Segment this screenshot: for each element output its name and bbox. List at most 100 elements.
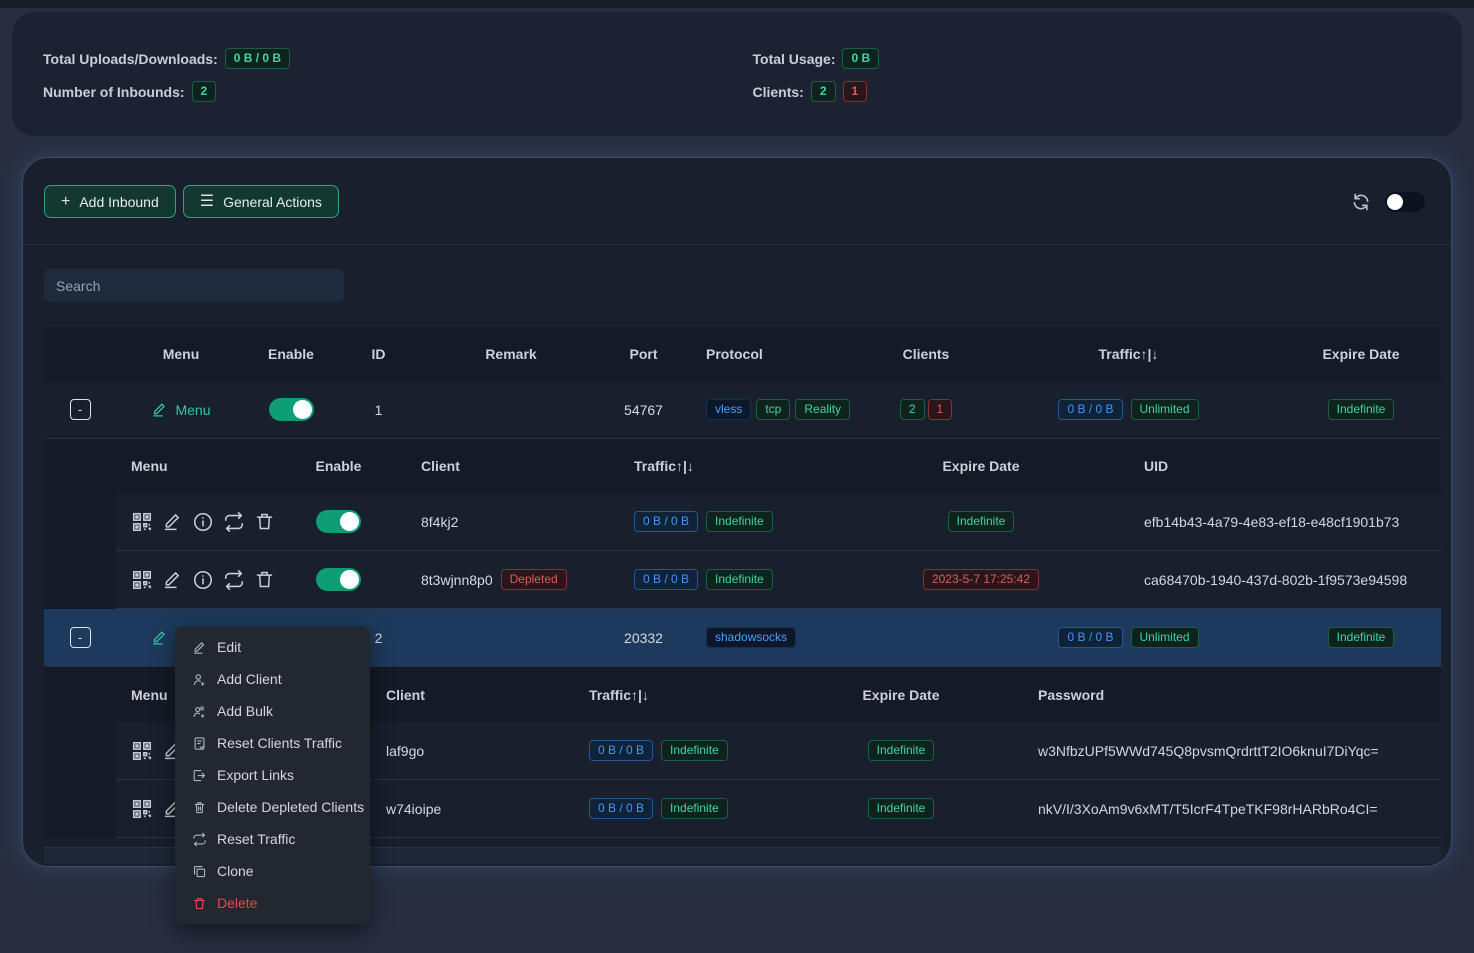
header-menu: Menu (116, 346, 246, 362)
expire-badge: Indefinite (1328, 627, 1395, 648)
header-protocol: Protocol (686, 346, 876, 362)
delete-icon[interactable] (254, 569, 275, 590)
plus-icon: + (61, 194, 70, 210)
header-remark: Remark (421, 346, 601, 362)
header-clients: Clients (876, 346, 976, 362)
delete-depleted-clients-icon (192, 800, 207, 815)
protocol-tag: tcp (756, 399, 790, 420)
inbound-context-menu: Edit Add Client Add Bulk Reset Clients T… (175, 626, 370, 924)
client-row-8f4kj2: 8f4kj2 0 B / 0 B Indefinite Indefinite e… (116, 493, 1441, 551)
menu-lines-icon: ☰ (200, 194, 214, 210)
header-traffic[interactable]: Traffic↑|↓ (561, 687, 791, 703)
add-inbound-button[interactable]: + Add Inbound (44, 185, 176, 218)
inbounds-table-header: Menu Enable ID Remark Port Protocol Clie… (44, 327, 1441, 381)
clients-active-badge: 2 (900, 399, 925, 420)
enable-toggle[interactable] (316, 568, 361, 591)
traffic-limit-badge: Indefinite (661, 740, 728, 761)
header-client: Client (361, 687, 561, 703)
toolbar: + Add Inbound ☰ General Actions (23, 158, 1451, 218)
dark-mode-toggle[interactable] (1385, 192, 1425, 212)
stat-label: Total Usage: (753, 51, 836, 67)
menu-item-reset-traffic[interactable]: Reset Traffic (175, 823, 370, 855)
header-traffic[interactable]: Traffic↑|↓ (601, 458, 831, 474)
refresh-icon[interactable] (1351, 192, 1371, 212)
traffic-badge: 0 B / 0 B (589, 798, 653, 819)
protocol-tag: Reality (795, 399, 850, 420)
qrcode-icon[interactable] (131, 511, 153, 533)
stat-clients: Clients: 2 1 (753, 81, 1463, 102)
depleted-badge: Depleted (501, 569, 567, 590)
reset-traffic-icon[interactable] (223, 569, 245, 591)
inbound-port: 20332 (601, 630, 686, 646)
search-input[interactable] (44, 269, 344, 302)
collapse-button[interactable]: - (70, 399, 91, 420)
header-uid: UID (1131, 458, 1441, 474)
client-name: 8f4kj2 (381, 514, 601, 530)
reset-traffic-icon[interactable] (223, 511, 245, 533)
expand-gutter (44, 439, 116, 609)
expire-badge: Indefinite (1328, 399, 1395, 420)
delete-icon[interactable] (254, 511, 275, 532)
header-expire-date: Expire Date (1281, 346, 1441, 362)
stat-value-badge: 0 B / 0 B (225, 48, 290, 69)
client-name: laf9go (361, 743, 561, 759)
info-icon[interactable] (192, 569, 214, 591)
menu-item-delete[interactable]: Delete (175, 887, 370, 919)
protocol-tag: shadowsocks (706, 627, 796, 648)
collapse-button[interactable]: - (70, 627, 91, 648)
top-strip (0, 0, 1474, 8)
client-password: nkV/I/3XoAm9v6xMT/T5IcrF4TpeTKF98rHARbRo… (1011, 801, 1441, 817)
stat-value-badge: 0 B (842, 48, 879, 69)
menu-item-clone[interactable]: Clone (175, 855, 370, 887)
menu-item-delete-depleted-clients[interactable]: Delete Depleted Clients (175, 791, 370, 823)
stat-total-usage: Total Usage: 0 B (753, 48, 1463, 69)
client-password: w3NfbzUPf5WWd745Q8pvsmQrdrttT2IO6knuI7Di… (1011, 743, 1441, 759)
inbound-port: 54767 (601, 402, 686, 418)
traffic-badge: 0 B / 0 B (634, 511, 698, 532)
menu-item-add-client[interactable]: Add Client (175, 663, 370, 695)
clients-depleted-badge: 1 (928, 399, 953, 420)
general-actions-button[interactable]: ☰ General Actions (183, 185, 339, 218)
stat-clients-depleted-badge: 1 (843, 81, 868, 102)
traffic-badge: 0 B / 0 B (634, 569, 698, 590)
client-name: 8t3wjnn8p0 (421, 572, 493, 588)
expire-badge: Indefinite (868, 798, 935, 819)
qrcode-icon[interactable] (131, 798, 153, 820)
client-uid: efb14b43-4a79-4e83-ef18-e48cf1901b73 (1131, 514, 1441, 530)
export-links-icon (192, 768, 207, 783)
traffic-badge: 0 B / 0 B (1058, 399, 1122, 420)
enable-toggle[interactable] (269, 398, 314, 421)
header-password: Password (1011, 687, 1441, 703)
qrcode-icon[interactable] (131, 740, 153, 762)
stat-clients-active-badge: 2 (811, 81, 836, 102)
qrcode-icon[interactable] (131, 569, 153, 591)
stat-number-of-inbounds: Number of Inbounds: 2 (43, 81, 753, 102)
edit-pencil-icon[interactable] (162, 511, 183, 532)
header-client: Client (381, 458, 601, 474)
edit-pencil-icon[interactable] (162, 569, 183, 590)
stat-total-uploads-downloads: Total Uploads/Downloads: 0 B / 0 B (43, 48, 753, 69)
protocol-tag: vless (706, 399, 751, 420)
add-inbound-label: Add Inbound (79, 194, 158, 210)
header-enable: Enable (296, 458, 381, 474)
stat-label: Total Uploads/Downloads: (43, 51, 218, 67)
inbound-row-1[interactable]: - Menu 1 54767 vless tcp Reality 2 1 0 (44, 381, 1441, 439)
header-menu: Menu (116, 458, 296, 474)
expire-badge: Indefinite (948, 511, 1015, 532)
client-uid: ca68470b-1940-437d-802b-1f9573e94598 (1131, 572, 1441, 588)
traffic-limit-badge: Indefinite (706, 511, 773, 532)
menu-item-reset-clients-traffic[interactable]: Reset Clients Traffic (175, 727, 370, 759)
clients-table-header: Menu Enable Client Traffic↑|↓ Expire Dat… (116, 439, 1441, 493)
header-traffic[interactable]: Traffic↑|↓ (976, 346, 1281, 362)
header-enable: Enable (246, 346, 336, 362)
row-menu-button[interactable]: Menu (151, 401, 210, 418)
menu-item-export-links[interactable]: Export Links (175, 759, 370, 791)
edit-pencil-icon (151, 401, 168, 418)
enable-toggle[interactable] (316, 510, 361, 533)
inbound-1-clients-section: Menu Enable Client Traffic↑|↓ Expire Dat… (44, 439, 1441, 609)
info-icon[interactable] (192, 511, 214, 533)
menu-item-add-bulk[interactable]: Add Bulk (175, 695, 370, 727)
traffic-limit-badge: Indefinite (706, 569, 773, 590)
client-name: w74ioipe (361, 801, 561, 817)
menu-item-edit[interactable]: Edit (175, 631, 370, 663)
